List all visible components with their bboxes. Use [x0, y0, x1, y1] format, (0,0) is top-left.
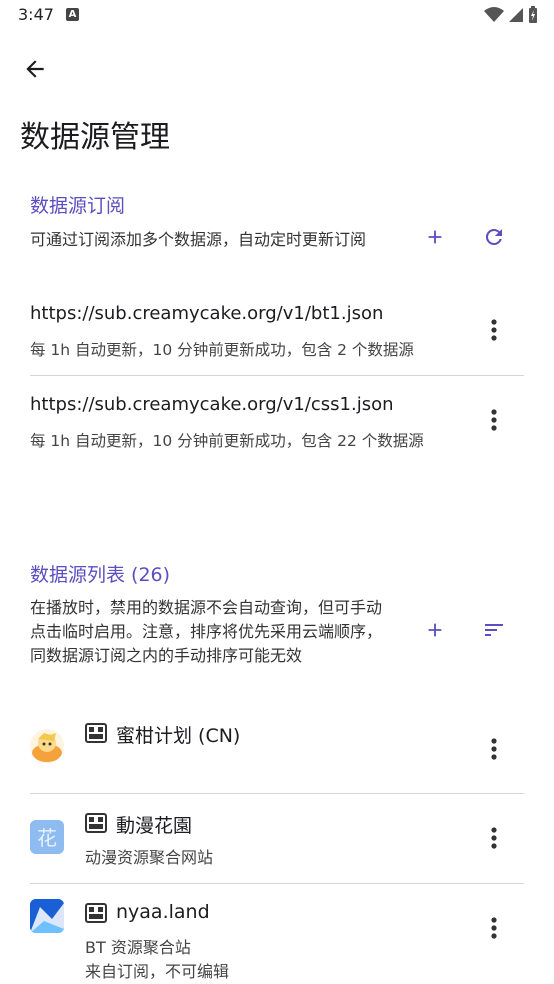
refresh-subscriptions-button[interactable] [477, 220, 511, 254]
page-title: 数据源管理 [20, 120, 170, 155]
source-description: 动漫资源聚合网站 [85, 848, 214, 867]
source-note: 来自订阅，不可编辑 [85, 962, 230, 981]
notification-a-icon: A [66, 8, 79, 21]
add-subscription-button[interactable] [418, 220, 452, 254]
refresh-icon [485, 228, 502, 245]
bt-source-type-icon [85, 722, 107, 744]
source-logo [30, 899, 64, 933]
source-more-button[interactable] [478, 912, 510, 944]
svg-text:花: 花 [37, 826, 57, 850]
subscription-url[interactable]: https://sub.creamycake.org/v1/bt1.json [30, 303, 383, 324]
more-vertical-icon [491, 409, 497, 431]
signal-icon [509, 8, 523, 22]
more-vertical-icon [491, 319, 497, 341]
divider [30, 375, 524, 376]
wifi-icon [484, 7, 504, 22]
add-source-button[interactable] [418, 613, 452, 647]
source-more-button[interactable] [478, 733, 510, 765]
bt-source-type-icon [85, 812, 107, 834]
subscriptions-description: 可通过订阅添加多个数据源，自动定时更新订阅 [30, 230, 367, 249]
subscription-url[interactable]: https://sub.creamycake.org/v1/css1.json [30, 394, 394, 415]
source-more-button[interactable] [478, 822, 510, 854]
plus-icon [428, 623, 442, 637]
plus-icon [428, 230, 442, 244]
mikan-logo-icon [32, 733, 62, 762]
dmhy-logo-icon: 花 [30, 820, 64, 854]
more-vertical-icon [491, 827, 497, 849]
divider [30, 883, 524, 884]
back-button[interactable] [22, 56, 48, 82]
source-logo [30, 729, 64, 763]
subscription-more-button[interactable] [478, 314, 510, 346]
status-icons [484, 6, 538, 24]
subscription-status: 每 1h 自动更新，10 分钟前更新成功，包含 22 个数据源 [30, 432, 424, 450]
sort-sources-button[interactable] [477, 613, 511, 647]
more-vertical-icon [491, 917, 497, 939]
arrow-left-icon [26, 60, 44, 78]
divider [30, 793, 524, 794]
source-logo: 花 [30, 820, 64, 854]
status-time: 3:47 [18, 5, 54, 24]
source-description: BT 资源聚合站 [85, 938, 191, 957]
source-name: nyaa.land [116, 901, 210, 923]
source-name: 蜜柑计划 (CN) [116, 725, 241, 747]
subscription-more-button[interactable] [478, 404, 510, 436]
sort-icon [485, 624, 503, 636]
bt-source-type-icon [85, 902, 107, 924]
subscription-status: 每 1h 自动更新，10 分钟前更新成功，包含 2 个数据源 [30, 341, 414, 359]
sources-description: 在播放时，禁用的数据源不会自动查询，但可手动点击临时启用。注意，排序将优先采用云… [30, 598, 383, 665]
source-name: 動漫花園 [116, 815, 193, 837]
battery-icon [529, 6, 537, 23]
sources-section-title: 数据源列表 (26) [30, 564, 171, 586]
nyaa-logo-icon [30, 899, 64, 933]
more-vertical-icon [491, 738, 497, 760]
subscriptions-section-title: 数据源订阅 [30, 195, 126, 217]
